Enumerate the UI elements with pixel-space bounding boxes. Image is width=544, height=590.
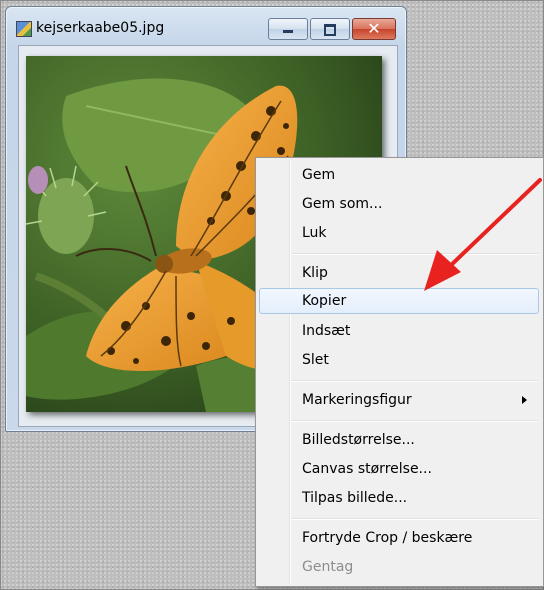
menu-item-label: Markeringsfigur <box>302 392 412 408</box>
menu-item-kopier[interactable]: Kopier <box>259 288 539 314</box>
menu-separator <box>292 380 538 382</box>
menu-item-gem-som[interactable]: Gem som... <box>259 191 539 217</box>
submenu-arrow-icon <box>522 396 527 404</box>
menu-item-label: Indsæt <box>302 323 351 339</box>
menu-item-label: Gem som... <box>302 196 383 212</box>
menu-item-indsaet[interactable]: Indsæt <box>259 318 539 344</box>
title-bar[interactable]: kejserkaabe05.jpg ✕ <box>6 7 406 47</box>
maximize-button[interactable] <box>310 18 350 40</box>
menu-item-label: Billedstørrelse... <box>302 432 415 448</box>
menu-item-label: Kopier <box>302 293 347 309</box>
menu-item-label: Tilpas billede... <box>302 490 408 506</box>
menu-item-tilpas-billede[interactable]: Tilpas billede... <box>259 485 539 511</box>
menu-item-label: Gem <box>302 167 336 183</box>
menu-item-label: Fortryde Crop / beskære <box>302 530 473 546</box>
minimize-button[interactable] <box>268 18 308 40</box>
menu-item-gem[interactable]: Gem <box>259 162 539 188</box>
menu-separator <box>292 253 538 255</box>
menu-item-gentag: Gentag <box>259 554 539 580</box>
close-icon: ✕ <box>367 19 381 38</box>
close-button[interactable]: ✕ <box>352 18 396 40</box>
image-file-icon <box>16 21 32 37</box>
menu-separator <box>292 518 538 520</box>
maximize-icon <box>324 24 336 36</box>
menu-item-slet[interactable]: Slet <box>259 347 539 373</box>
menu-item-label: Luk <box>302 225 327 241</box>
menu-item-klip[interactable]: Klip <box>259 260 539 286</box>
menu-item-label: Klip <box>302 265 328 281</box>
menu-separator <box>292 420 538 422</box>
menu-item-luk[interactable]: Luk <box>259 220 539 246</box>
menu-item-markeringsfigur[interactable]: Markeringsfigur <box>259 387 539 413</box>
menu-item-billedstorrelse[interactable]: Billedstørrelse... <box>259 427 539 453</box>
menu-item-canvas-storrelse[interactable]: Canvas størrelse... <box>259 456 539 482</box>
menu-item-fortryde-crop[interactable]: Fortryde Crop / beskære <box>259 525 539 551</box>
context-menu[interactable]: Gem Gem som... Luk Klip Kopier Indsæt Sl… <box>255 157 544 587</box>
minimize-icon <box>283 30 293 33</box>
menu-item-label: Canvas størrelse... <box>302 461 432 477</box>
window-title: kejserkaabe05.jpg <box>36 20 165 36</box>
menu-item-label: Slet <box>302 352 329 368</box>
menu-item-label: Gentag <box>302 559 354 575</box>
